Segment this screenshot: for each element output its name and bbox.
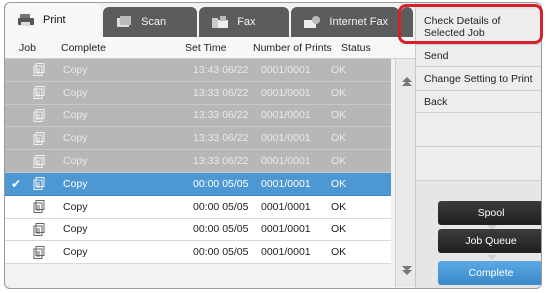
job-set-time: 13:33 06/22 [193,155,249,168]
copy-job-icon [27,108,61,122]
tab-print-label: Print [43,14,66,26]
tab-fax[interactable]: Fax [199,7,290,37]
job-set-time: 13:33 06/22 [193,86,249,99]
highlight-frame [398,4,543,44]
job-prints: 0001/0001 [261,86,311,99]
job-row[interactable]: Copy 00:00 05/05 0001/0001 OK [5,195,391,219]
job-prints: 0001/0001 [261,177,311,190]
job-row[interactable]: Copy 13:33 06/22 0001/0001 OK [5,127,391,151]
job-prints: 0001/0001 [261,200,311,213]
copy-job-icon [27,154,61,168]
job-prints: 0001/0001 [261,246,311,259]
check-icon: ✔ [10,176,22,191]
job-status: OK [331,86,347,99]
job-name: Copy [63,109,88,122]
job-row[interactable]: Copy 00:00 05/05 0001/0001 OK [5,241,391,265]
empty-menu-slot [416,147,541,181]
scan-icon [115,15,133,29]
header-job: Job [19,41,36,54]
job-name: Copy [63,63,88,76]
job-prints: 0001/0001 [261,63,311,76]
job-status: OK [331,200,347,213]
header-status: Status [341,41,371,54]
back-button[interactable]: Back [416,91,541,113]
job-row[interactable]: Copy 13:33 06/22 0001/0001 OK [5,104,391,128]
job-name: Copy [63,155,88,168]
copy-job-icon [27,177,61,191]
job-set-time: 00:00 05/05 [193,200,249,213]
copy-job-icon [27,200,61,214]
internet-fax-icon [303,15,321,29]
tab-internet-fax-label: Internet Fax [329,16,389,28]
job-row[interactable]: Copy 00:00 05/05 0001/0001 OK [5,218,391,242]
printer-icon [17,13,35,27]
job-name: Copy [63,200,88,213]
tab-print[interactable]: Print [5,3,102,37]
job-status: OK [331,155,347,168]
list-scrollbar [395,59,417,287]
job-set-time: 13:33 06/22 [193,132,249,145]
header-complete: Complete [61,41,106,54]
job-status: OK [331,177,347,190]
job-prints: 0001/0001 [261,155,311,168]
job-row[interactable]: Copy 13:33 06/22 0001/0001 OK [5,150,391,173]
header-number-of-prints: Number of Prints [253,41,332,54]
job-status: OK [331,223,347,236]
job-set-time: 00:00 05/05 [193,223,249,236]
job-name: Copy [63,246,88,259]
scroll-down-icon[interactable] [399,261,415,279]
job-status: OK [331,132,347,145]
job-row[interactable]: Copy 13:43 06/22 0001/0001 OK [5,59,391,82]
fax-icon [211,15,229,29]
job-prints: 0001/0001 [261,132,311,145]
job-set-time: 00:00 05/05 [193,177,249,190]
job-name: Copy [63,132,88,145]
job-name: Copy [63,223,88,236]
tab-scan[interactable]: Scan [103,7,198,37]
job-queue-button[interactable]: Job Queue [438,229,541,253]
scroll-up-icon[interactable] [399,73,415,91]
job-prints: 0001/0001 [261,109,311,122]
action-panel: Check Details of Selected Job Send Chang… [415,3,541,288]
job-status: OK [331,63,347,76]
job-status-screen: Print Scan Fax Internet Fax Job Complete… [4,2,542,289]
arrow-down-icon [487,255,497,260]
complete-button[interactable]: Complete [438,261,541,285]
job-name: Copy [63,177,88,190]
copy-job-icon [27,131,61,145]
job-set-time: 13:33 06/22 [193,109,249,122]
copy-job-icon [27,86,61,100]
copy-job-icon [27,63,61,77]
header-set-time: Set Time [185,41,227,54]
job-name: Copy [63,86,88,99]
tab-scan-label: Scan [141,16,167,28]
job-list-header: Job Complete Set Time Number of Prints S… [5,37,415,59]
tab-fax-label: Fax [237,16,256,28]
empty-menu-slot [416,113,541,147]
mode-tabs: Print Scan Fax Internet Fax [5,3,415,37]
job-status: OK [331,246,347,259]
spool-button[interactable]: Spool [438,201,541,225]
job-prints: 0001/0001 [261,223,311,236]
job-list: Copy 13:43 06/22 0001/0001 OK Copy 13:33 06/2… [5,59,391,287]
tab-internet-fax[interactable]: Internet Fax [291,7,400,37]
change-setting-button[interactable]: Change Setting to Print [416,67,541,91]
send-button[interactable]: Send [416,45,541,67]
copy-job-icon [27,245,61,259]
job-set-time: 00:00 05/05 [193,246,249,259]
job-row[interactable]: ✔ Copy 00:00 05/05 0001/0001 OK [5,172,391,196]
job-status: OK [331,109,347,122]
copy-job-icon [27,222,61,236]
job-set-time: 13:43 06/22 [193,63,249,76]
job-row[interactable]: Copy 13:33 06/22 0001/0001 OK [5,81,391,105]
